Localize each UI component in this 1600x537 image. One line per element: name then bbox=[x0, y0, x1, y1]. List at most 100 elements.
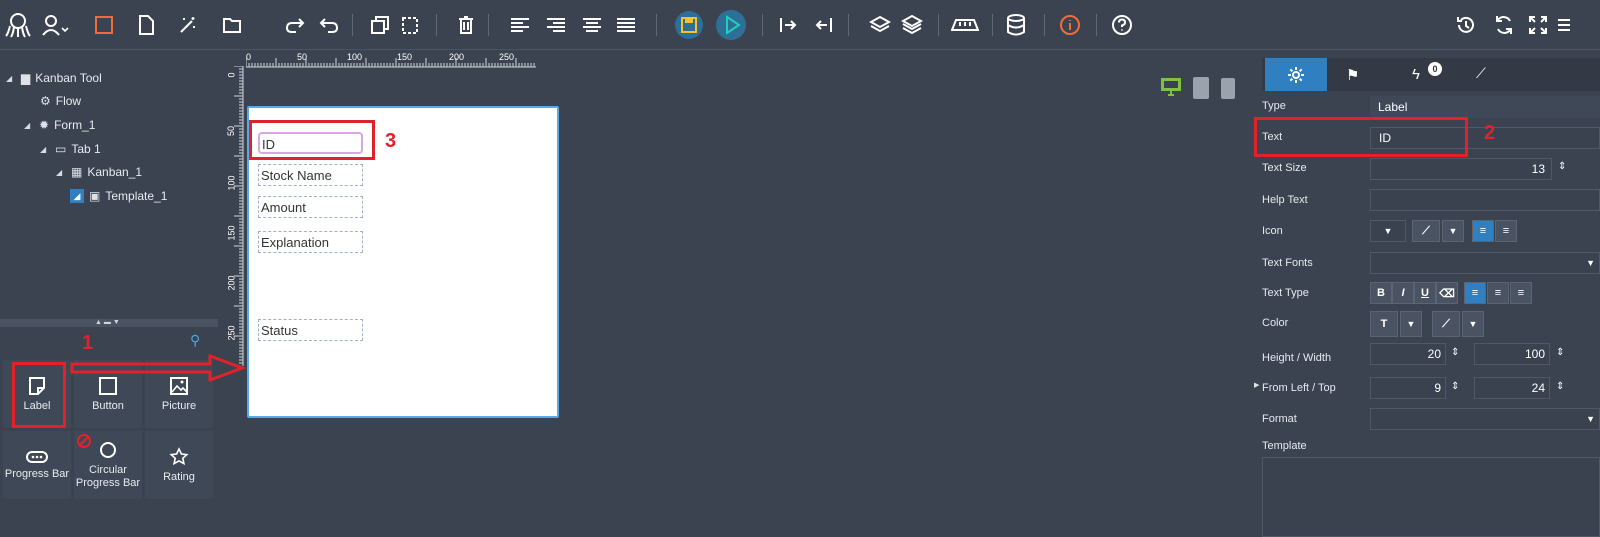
icon-align-left-icon[interactable]: ≡ bbox=[1472, 220, 1494, 242]
text-size-stepper-icon[interactable]: ⇕ bbox=[1558, 161, 1566, 172]
format-select[interactable]: ▼ bbox=[1370, 408, 1600, 430]
help-icon[interactable] bbox=[1110, 13, 1134, 37]
trash-icon[interactable] bbox=[454, 13, 478, 37]
database-icon[interactable] bbox=[1004, 13, 1028, 37]
form-field-amount[interactable]: Amount bbox=[258, 196, 363, 218]
bold-icon[interactable]: B bbox=[1370, 282, 1392, 304]
height-stepper-icon[interactable]: ⇕ bbox=[1451, 347, 1459, 358]
mobile-view-icon[interactable] bbox=[1221, 78, 1235, 99]
toolbar-divider bbox=[1044, 14, 1045, 36]
panel-splitter[interactable]: ▲ ▬ ▼ bbox=[0, 319, 218, 327]
expand-triangle-icon[interactable]: ◢ bbox=[6, 74, 16, 83]
text-align-left-icon[interactable]: ≡ bbox=[1464, 282, 1486, 304]
user-icon[interactable] bbox=[40, 13, 72, 37]
tree-item-form[interactable]: ◢ ✹ Form_1 bbox=[24, 116, 95, 134]
left-stepper-icon[interactable]: ⇕ bbox=[1451, 381, 1459, 392]
top-stepper-icon[interactable]: ⇕ bbox=[1556, 381, 1564, 392]
form-field-stock-name[interactable]: Stock Name bbox=[258, 164, 363, 186]
disabled-icon bbox=[76, 433, 92, 452]
gears-icon: ⚙ bbox=[40, 94, 51, 108]
top-input[interactable]: 24 bbox=[1474, 377, 1550, 399]
info-icon[interactable] bbox=[1058, 13, 1082, 37]
text-align-center-icon[interactable]: ≡ bbox=[1487, 282, 1509, 304]
eraser-icon[interactable]: ⌫ bbox=[1436, 282, 1458, 304]
refresh-icon[interactable] bbox=[1492, 13, 1516, 37]
paste-icon[interactable] bbox=[398, 13, 422, 37]
form-field-explanation[interactable]: Explanation bbox=[258, 231, 363, 253]
collapse-triangle-icon[interactable]: ◢ bbox=[70, 189, 84, 203]
toolbar-divider bbox=[1096, 14, 1097, 36]
folder-icon[interactable] bbox=[220, 13, 244, 37]
expand-triangle-icon[interactable]: ◢ bbox=[40, 145, 50, 154]
search-icon[interactable]: ⚲ bbox=[190, 332, 200, 349]
layers-icon[interactable] bbox=[868, 13, 892, 37]
icon-select[interactable]: ▼ bbox=[1370, 220, 1406, 242]
align-right-icon[interactable] bbox=[544, 13, 568, 37]
expand-triangle-icon[interactable]: ◢ bbox=[24, 121, 34, 130]
tree-item-template[interactable]: ◢ ▣ Template_1 bbox=[70, 187, 167, 205]
play-icon[interactable] bbox=[715, 9, 747, 41]
lightning-icon[interactable]: ϟ bbox=[1412, 66, 1420, 83]
rectangle-icon[interactable] bbox=[92, 13, 116, 37]
layers-alt-icon[interactable] bbox=[900, 13, 924, 37]
expand-triangle-icon[interactable]: ▶ bbox=[1254, 381, 1259, 389]
component-rating[interactable]: Rating bbox=[145, 431, 213, 499]
form-field-status[interactable]: Status bbox=[258, 319, 363, 341]
background-color-icon[interactable]: ⟋ bbox=[1432, 311, 1460, 337]
brush-icon[interactable]: ⟋ bbox=[1476, 65, 1486, 82]
align-justify-icon[interactable] bbox=[614, 13, 638, 37]
ruler-icon[interactable] bbox=[950, 13, 980, 37]
tree-item-kanban-tool[interactable]: ◢ ▆ Kanban Tool bbox=[6, 69, 102, 87]
underline-icon[interactable]: U bbox=[1414, 282, 1436, 304]
expand-triangle-icon[interactable]: ◢ bbox=[56, 168, 66, 177]
main-toolbar bbox=[0, 0, 1600, 50]
undo-icon[interactable] bbox=[316, 13, 340, 37]
redo-icon[interactable] bbox=[284, 13, 308, 37]
copy-icon[interactable] bbox=[368, 13, 392, 37]
icon-color-dropdown-icon[interactable]: ▼ bbox=[1442, 220, 1464, 242]
tree-item-kanban[interactable]: ◢ ▦ Kanban_1 bbox=[56, 163, 142, 181]
tree-item-tab[interactable]: ◢ ▭ Tab 1 bbox=[40, 140, 101, 158]
id-card-icon: ▣ bbox=[89, 189, 101, 203]
annotation-arrow bbox=[70, 353, 246, 383]
toolbar-divider bbox=[762, 14, 763, 36]
tab-settings[interactable] bbox=[1265, 58, 1327, 91]
tree-item-label: Kanban Tool bbox=[35, 71, 102, 85]
icon-align-right-icon[interactable]: ≡ bbox=[1495, 220, 1517, 242]
text-color-icon[interactable]: T bbox=[1370, 311, 1398, 337]
italic-icon[interactable]: I bbox=[1392, 282, 1414, 304]
tree-item-flow[interactable]: ⚙ Flow bbox=[40, 92, 81, 110]
desktop-view-icon[interactable] bbox=[1160, 77, 1182, 100]
align-center-icon[interactable] bbox=[580, 13, 604, 37]
file-icon[interactable] bbox=[134, 13, 158, 37]
history-icon[interactable] bbox=[1454, 13, 1478, 37]
indent-right-icon[interactable] bbox=[776, 13, 800, 37]
align-left-icon[interactable] bbox=[508, 13, 532, 37]
text-fonts-select[interactable]: ▼ bbox=[1370, 252, 1600, 274]
template-textarea[interactable] bbox=[1262, 457, 1600, 537]
fullscreen-icon[interactable] bbox=[1526, 13, 1550, 37]
icon-color-icon[interactable]: ⟋ bbox=[1412, 220, 1440, 242]
octopus-logo[interactable] bbox=[4, 13, 32, 38]
toolbar-divider bbox=[656, 14, 657, 36]
height-input[interactable]: 20 bbox=[1370, 343, 1446, 365]
left-input[interactable]: 9 bbox=[1370, 377, 1446, 399]
toolbar-divider bbox=[436, 14, 437, 36]
ruler-tick-label: 250 bbox=[499, 52, 515, 62]
help-text-input[interactable] bbox=[1370, 189, 1600, 211]
flag-icon[interactable]: ⚑ bbox=[1346, 66, 1359, 84]
menu-icon[interactable] bbox=[1556, 13, 1572, 37]
component-progress-bar[interactable]: Progress Bar bbox=[3, 431, 71, 499]
indent-left-icon[interactable] bbox=[812, 13, 836, 37]
width-stepper-icon[interactable]: ⇕ bbox=[1556, 347, 1564, 358]
property-label-format: Format bbox=[1262, 413, 1297, 425]
width-input[interactable]: 100 bbox=[1474, 343, 1550, 365]
text-size-input[interactable]: 13 bbox=[1370, 158, 1552, 180]
text-align-right-icon[interactable]: ≡ bbox=[1510, 282, 1532, 304]
magic-wand-icon[interactable] bbox=[176, 13, 200, 37]
background-color-dropdown-icon[interactable]: ▼ bbox=[1462, 311, 1484, 337]
ruler-tick-label: 150 bbox=[397, 52, 413, 62]
text-color-dropdown-icon[interactable]: ▼ bbox=[1400, 311, 1422, 337]
tablet-view-icon[interactable] bbox=[1193, 77, 1209, 99]
save-icon[interactable] bbox=[674, 10, 704, 40]
